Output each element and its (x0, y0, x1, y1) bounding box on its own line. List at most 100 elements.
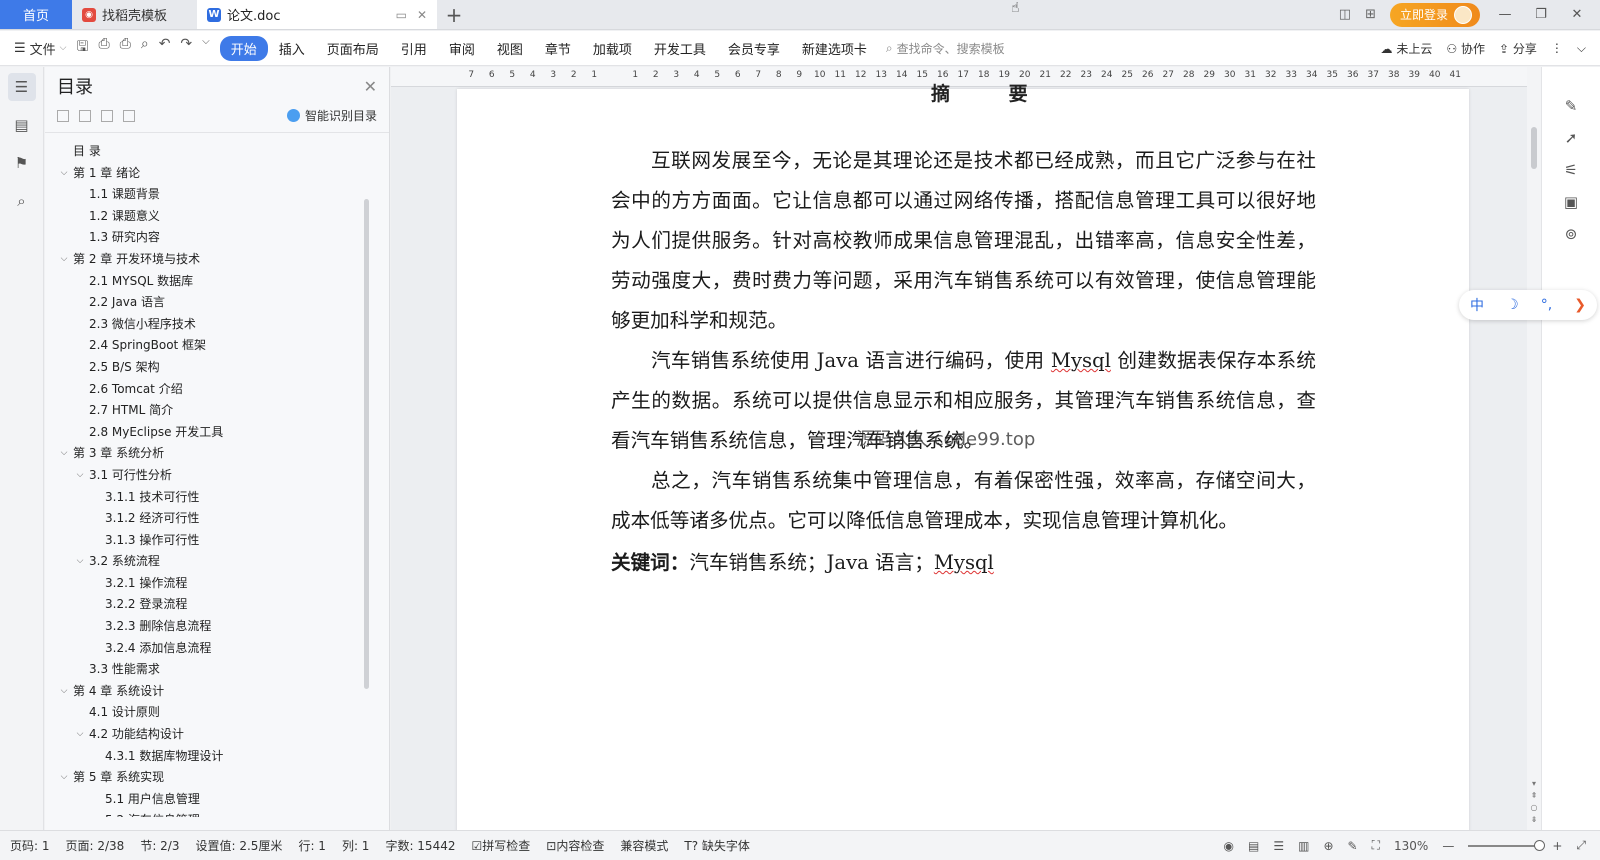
navigation-icon[interactable]: ▤ (8, 111, 36, 139)
toc-item[interactable]: 4.3.1 数据库物理设计 (45, 746, 389, 768)
toc-item[interactable]: ⌵ 第 2 章 开发环境与技术 (45, 249, 389, 271)
toc-item[interactable]: 目 录 (45, 141, 389, 163)
chevron-down-icon[interactable]: ⌵ (57, 163, 71, 185)
more-icon[interactable]: ⋮ (1551, 41, 1563, 55)
chevron-down-icon[interactable]: ⌵ (57, 443, 71, 465)
image-tool-icon[interactable]: ▣ (1564, 193, 1578, 211)
minimize-icon[interactable]: — (1494, 7, 1516, 22)
customize-icon[interactable]: ⌵ (202, 36, 210, 60)
select-cursor-icon[interactable]: ➚ (1565, 129, 1578, 147)
close-icon[interactable]: ✕ (364, 77, 377, 96)
save-icon[interactable]: 🖫 (77, 36, 89, 60)
spell-check-button[interactable]: ☑拼写检查 (471, 837, 530, 854)
find-icon[interactable]: ⌕ (8, 187, 36, 215)
toc-item[interactable]: 5.1 用户信息管理 (45, 789, 389, 811)
toc-item[interactable]: ⌵ 4.2 功能结构设计 (45, 724, 389, 746)
file-menu-button[interactable]: ☰ 文件 ⌵ (0, 39, 77, 58)
toc-panel-icon[interactable]: ☰ (7, 73, 36, 101)
zoom-slider[interactable] (1468, 839, 1546, 851)
toc-item[interactable]: 1.2 课题意义 (45, 206, 389, 228)
scrollbar-thumb[interactable] (1531, 127, 1537, 169)
toc-item[interactable]: 2.4 SpringBoot 框架 (45, 335, 389, 357)
layout-icon[interactable]: ◫ (1339, 7, 1351, 22)
ime-toolbar[interactable]: 中 ☽ °, ❯ (1459, 290, 1597, 320)
toc-scrollbar[interactable] (364, 199, 369, 689)
fit-page-icon[interactable]: ⛶ (1372, 838, 1380, 853)
eye-protect-icon[interactable]: ◉ (1224, 839, 1234, 853)
toc-item[interactable]: 3.2.4 添加信息流程 (45, 638, 389, 660)
undo-icon[interactable]: ↶ (159, 36, 171, 60)
reading-view-icon[interactable]: ▥ (1298, 839, 1309, 853)
toc-item[interactable]: ⌵ 第 3 章 系统分析 (45, 443, 389, 465)
bookmark-icon[interactable]: ⚑ (8, 149, 36, 177)
missing-font-button[interactable]: T? 缺失字体 (684, 837, 750, 854)
print-preview-icon[interactable]: ⌕ (141, 36, 149, 60)
toc-item[interactable]: ⌵ 3.2 系统流程 (45, 551, 389, 573)
toc-item[interactable]: 2.8 MyEclipse 开发工具 (45, 422, 389, 444)
location-icon[interactable]: ⊚ (1565, 225, 1578, 243)
toc-item[interactable]: 2.3 微信小程序技术 (45, 314, 389, 336)
page-nav-arrows[interactable]: ▾ ⇞ ○ ⇟ (1529, 778, 1539, 826)
chevron-down-icon[interactable]: ⌵ (57, 249, 71, 271)
remove-heading-icon[interactable] (123, 109, 135, 122)
close-window-icon[interactable]: ✕ (1566, 7, 1588, 22)
restore-icon[interactable]: ❐ (1530, 7, 1552, 22)
menu-insert[interactable]: 插入 (268, 39, 316, 58)
adjust-icon[interactable]: ⚟ (1564, 161, 1577, 179)
toc-item[interactable]: 3.1.3 操作可行性 (45, 530, 389, 552)
tab-close-icon[interactable]: ✕ (417, 8, 427, 22)
toc-item[interactable]: 3.2.3 删除信息流程 (45, 616, 389, 638)
toc-item[interactable]: 2.1 MYSQL 数据库 (45, 271, 389, 293)
zoom-slider-knob[interactable] (1534, 839, 1546, 851)
ime-mode-label[interactable]: 中 (1470, 295, 1484, 315)
menu-view[interactable]: 视图 (486, 39, 534, 58)
menu-developer[interactable]: 开发工具 (643, 39, 717, 58)
toc-item[interactable]: 3.2.2 登录流程 (45, 594, 389, 616)
toc-item[interactable]: 2.6 Tomcat 介绍 (45, 379, 389, 401)
vertical-scrollbar[interactable]: ▾ ⇞ ○ ⇟ (1527, 67, 1541, 830)
tab-home[interactable]: 首页 (0, 0, 72, 29)
toc-item[interactable]: 1.3 研究内容 (45, 227, 389, 249)
chevron-down-icon[interactable]: ⌵ (57, 767, 71, 789)
status-setting[interactable]: 设置值: 2.5厘米 (195, 837, 282, 854)
moon-icon[interactable]: ☽ (1506, 297, 1519, 313)
page-view-icon[interactable]: ▤ (1248, 839, 1259, 853)
toc-item[interactable]: 3.1.2 经济可行性 (45, 508, 389, 530)
toc-item[interactable]: 2.2 Java 语言 (45, 292, 389, 314)
smart-toc-button[interactable]: 智能识别目录 (286, 107, 377, 124)
menu-review[interactable]: 审阅 (438, 39, 486, 58)
zoom-out-icon[interactable]: — (1442, 839, 1454, 853)
cloud-button[interactable]: ☁ 未上云 (1381, 40, 1433, 57)
web-view-icon[interactable]: ⊕ (1323, 839, 1333, 853)
collapse-all-icon[interactable] (57, 109, 69, 122)
pen-icon[interactable]: ✎ (1565, 97, 1578, 115)
toc-item[interactable]: ⌵ 第 1 章 绪论 (45, 163, 389, 185)
add-heading-icon[interactable] (101, 109, 113, 122)
login-button[interactable]: 立即登录 (1389, 2, 1480, 27)
expand-all-icon[interactable] (79, 109, 91, 122)
menu-page-layout[interactable]: 页面布局 (316, 39, 390, 58)
toc-item[interactable]: ⌵ 3.1 可行性分析 (45, 465, 389, 487)
toc-item[interactable]: 5.2 汽车信息管理 (45, 810, 389, 817)
chevron-right-icon[interactable]: ❯ (1574, 297, 1586, 313)
zoom-in-icon[interactable]: + (1552, 839, 1562, 853)
chevron-down-icon[interactable]: ⌵ (57, 681, 71, 703)
chevron-down-icon[interactable]: ⌵ (73, 551, 87, 573)
toc-item[interactable]: ⌵ 第 4 章 系统设计 (45, 681, 389, 703)
menu-home[interactable]: 开始 (219, 35, 268, 61)
outline-view-icon[interactable]: ☰ (1273, 839, 1284, 853)
toc-item[interactable]: 2.5 B/S 架构 (45, 357, 389, 379)
collab-button[interactable]: ⚇ 协作 (1446, 40, 1485, 57)
draw-icon[interactable]: ✎ (1348, 839, 1358, 853)
export-pdf-icon[interactable]: ⎙ (98, 36, 109, 60)
toc-item[interactable]: 4.1 设计原则 (45, 702, 389, 724)
toc-item[interactable]: 3.1.1 技术可行性 (45, 487, 389, 509)
command-search[interactable]: ⌕ 查找命令、搜索模板 (886, 40, 1005, 57)
menu-references[interactable]: 引用 (390, 39, 438, 58)
chevron-down-icon[interactable]: ⌵ (73, 724, 87, 746)
toc-item[interactable]: 3.3 性能需求 (45, 659, 389, 681)
status-pages[interactable]: 页面: 2/38 (66, 837, 125, 854)
share-button[interactable]: ⇪ 分享 (1499, 40, 1537, 57)
toc-item[interactable]: ⌵ 第 5 章 系统实现 (45, 767, 389, 789)
toc-item[interactable]: 2.7 HTML 简介 (45, 400, 389, 422)
